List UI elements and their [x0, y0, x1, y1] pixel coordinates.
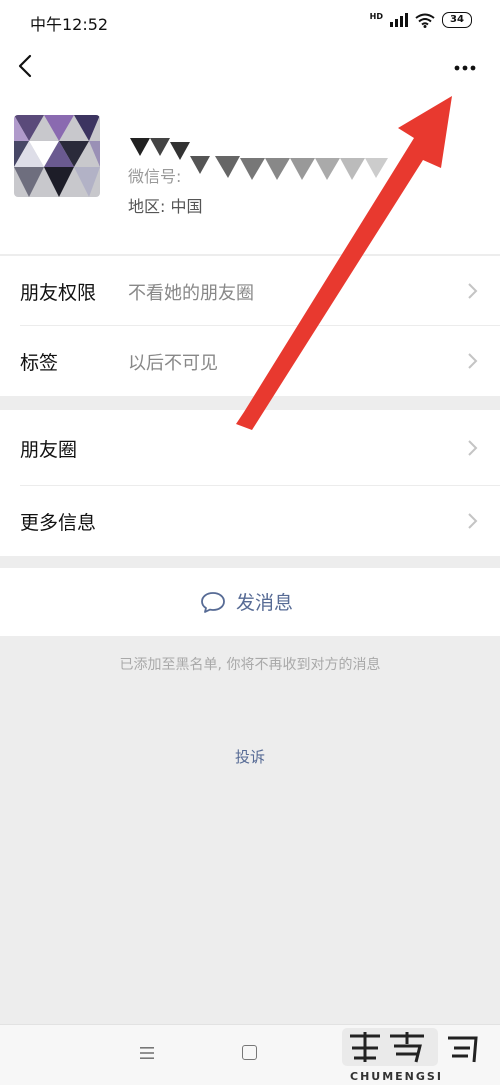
blacklist-notice: 已添加至黑名单, 你将不再收到对方的消息	[119, 657, 381, 673]
wechat-id-label: 微信号:	[128, 167, 182, 186]
row-title: 更多信息	[20, 512, 97, 534]
send-message-button[interactable]: 发消息	[0, 568, 500, 636]
chevron-right-icon	[468, 283, 478, 299]
menu-icon[interactable]	[138, 1045, 156, 1061]
row-tags[interactable]: 标签 以后不可见	[0, 326, 500, 396]
avatar[interactable]	[14, 115, 100, 197]
row-title: 朋友圈	[20, 439, 78, 461]
chat-bubble-icon	[201, 591, 225, 613]
send-message-label: 发消息	[236, 592, 294, 614]
more-options-icon[interactable]	[448, 56, 482, 80]
status-time: 中午12:52	[30, 15, 109, 34]
row-more-info[interactable]: 更多信息	[0, 486, 500, 556]
row-value: 以后不可见	[128, 353, 218, 374]
row-friend-permission[interactable]: 朋友权限 不看她的朋友圈	[0, 256, 500, 326]
battery-icon: 34	[442, 12, 472, 28]
home-icon[interactable]	[242, 1045, 257, 1060]
hd-label: HD	[369, 12, 383, 21]
chevron-right-icon	[468, 353, 478, 369]
region-label: 地区: 中国	[128, 197, 203, 216]
watermark-text: CHUMENGSI	[350, 1070, 443, 1083]
complain-link[interactable]: 投诉	[0, 746, 500, 767]
back-icon[interactable]	[12, 52, 40, 80]
row-title: 朋友权限	[20, 282, 97, 304]
signal-icon	[390, 13, 408, 27]
row-moments[interactable]: 朋友圈	[0, 410, 500, 486]
chevron-right-icon	[468, 513, 478, 529]
wifi-icon	[415, 13, 435, 28]
status-icons: HD 34	[370, 12, 472, 28]
row-value: 不看她的朋友圈	[128, 283, 254, 304]
row-title: 标签	[20, 352, 59, 374]
watermark-logo: CHUMENGSI	[342, 1028, 478, 1083]
chevron-right-icon	[468, 440, 478, 456]
